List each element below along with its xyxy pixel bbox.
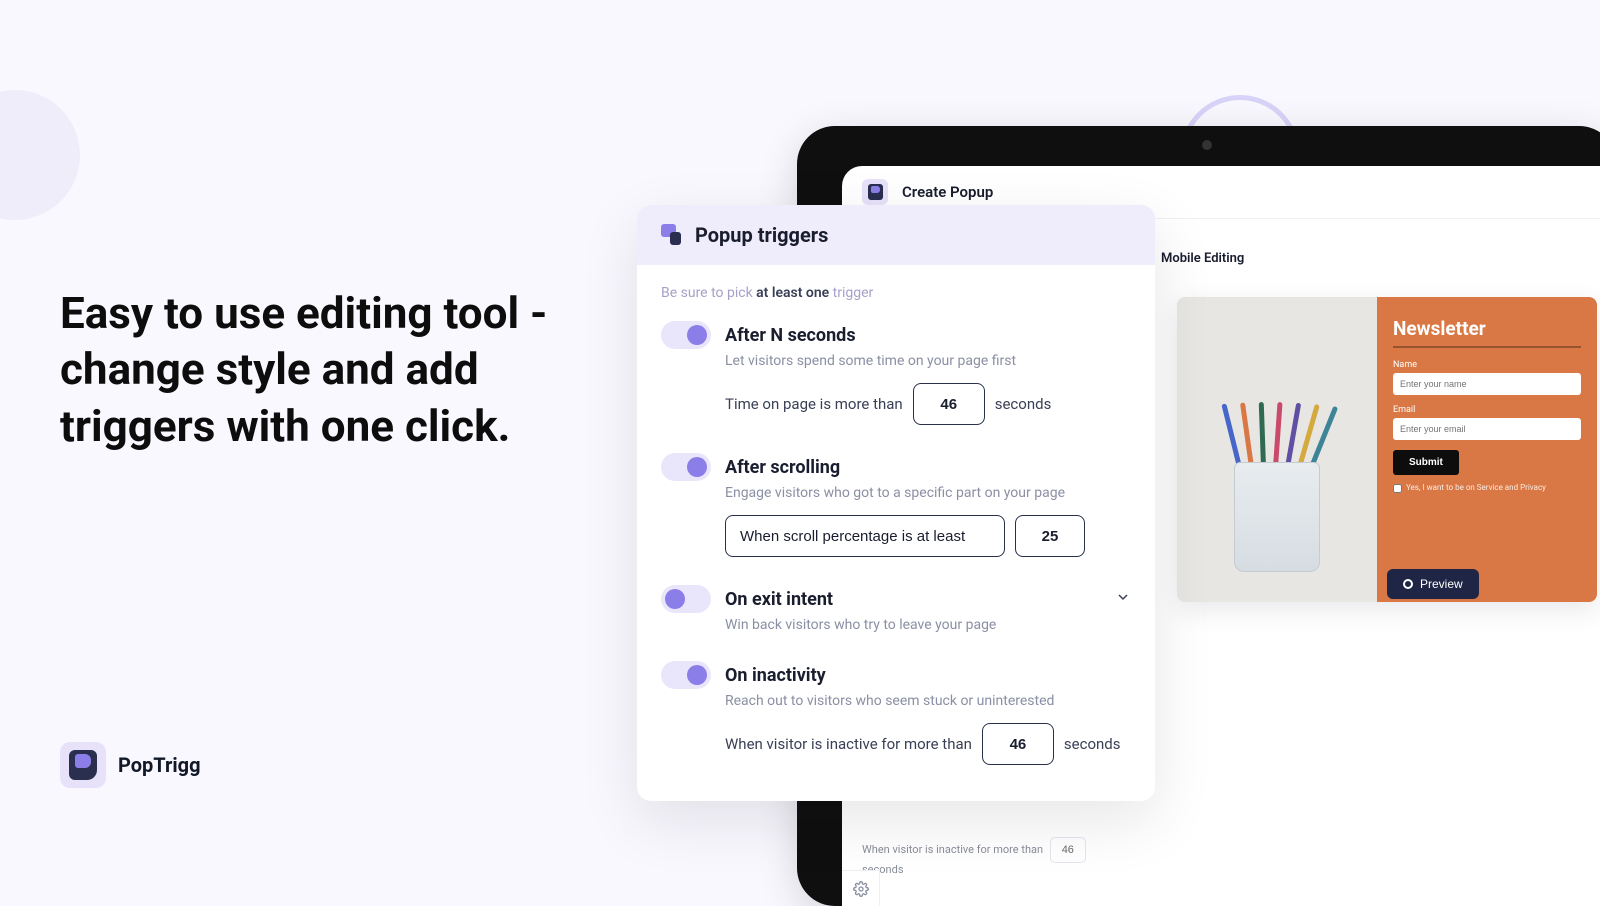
brand: PopTrigg [60, 742, 201, 788]
devices-icon [661, 224, 683, 246]
panel-title: Popup triggers [695, 223, 828, 247]
brand-logo-icon [60, 742, 106, 788]
after-seconds-title: After N seconds [725, 325, 856, 346]
email-label: Email [1393, 405, 1581, 415]
exit-intent-desc: Win back visitors who try to leave your … [725, 617, 1131, 633]
after-seconds-desc: Let visitors spend some time on your pag… [725, 353, 1131, 369]
inactivity-title: On inactivity [725, 665, 826, 686]
tablet-camera [1202, 140, 1212, 150]
trigger-inactivity: On inactivity Reach out to visitors who … [661, 661, 1131, 765]
bg-inactivity-input[interactable] [1050, 837, 1086, 863]
brand-name: PopTrigg [118, 753, 201, 777]
bg-inactivity-row: When visitor is inactive for more than s… [862, 837, 1117, 876]
inactivity-input[interactable] [982, 723, 1054, 765]
preview-column: Mobile Editing Newsletter Name Email Sub… [1117, 219, 1600, 906]
popup-preview: Newsletter Name Email Submit Yes, I want… [1177, 297, 1597, 602]
after-scrolling-toggle[interactable] [661, 453, 711, 481]
trigger-after-scrolling: After scrolling Engage visitors who got … [661, 453, 1131, 557]
exit-intent-toggle[interactable] [661, 585, 711, 613]
name-label: Name [1393, 360, 1581, 370]
preview-button[interactable]: Preview [1387, 569, 1479, 599]
mobile-editing-label: Mobile Editing [1161, 251, 1244, 266]
hero-heading: Easy to use editing tool - change style … [60, 285, 590, 454]
after-seconds-input[interactable] [913, 383, 985, 425]
scroll-percent-input[interactable] [1015, 515, 1085, 557]
preview-form-heading: Newsletter [1393, 317, 1581, 348]
submit-button[interactable]: Submit [1393, 450, 1459, 475]
inactivity-desc: Reach out to visitors who seem stuck or … [725, 693, 1131, 709]
exit-intent-title: On exit intent [725, 589, 833, 610]
chevron-down-icon[interactable] [1115, 589, 1131, 605]
app-logo-icon [862, 179, 888, 205]
inactivity-suffix: seconds [1064, 735, 1121, 753]
hero: Easy to use editing tool - change style … [60, 285, 590, 454]
after-scrolling-title: After scrolling [725, 457, 840, 478]
after-seconds-toggle[interactable] [661, 321, 711, 349]
consent-checkbox[interactable] [1393, 484, 1402, 493]
bg-decor-circle [0, 90, 80, 220]
panel-note: Be sure to pick at least one trigger [661, 285, 1131, 301]
page-title: Create Popup [902, 183, 993, 201]
trigger-after-seconds: After N seconds Let visitors spend some … [661, 321, 1131, 425]
preview-image [1177, 297, 1377, 602]
name-input[interactable] [1393, 373, 1581, 395]
after-seconds-suffix: seconds [995, 395, 1052, 413]
settings-gear-button[interactable] [842, 870, 880, 906]
after-scrolling-desc: Engage visitors who got to a specific pa… [725, 485, 1131, 501]
mobile-editing-toggle-row: Mobile Editing [1117, 249, 1600, 267]
consent-row[interactable]: Yes, I want to be on Service and Privacy [1393, 483, 1581, 493]
preview-form: Newsletter Name Email Submit Yes, I want… [1377, 297, 1597, 602]
panel-header: Popup triggers [637, 205, 1155, 265]
triggers-panel: Popup triggers Be sure to pick at least … [637, 205, 1155, 801]
trigger-exit-intent: On exit intent Win back visitors who try… [661, 585, 1131, 633]
inactivity-toggle[interactable] [661, 661, 711, 689]
after-seconds-prefix: Time on page is more than [725, 395, 903, 413]
scroll-condition-select[interactable] [725, 515, 1005, 557]
email-input[interactable] [1393, 418, 1581, 440]
inactivity-prefix: When visitor is inactive for more than [725, 735, 972, 753]
eye-icon [1403, 579, 1413, 589]
